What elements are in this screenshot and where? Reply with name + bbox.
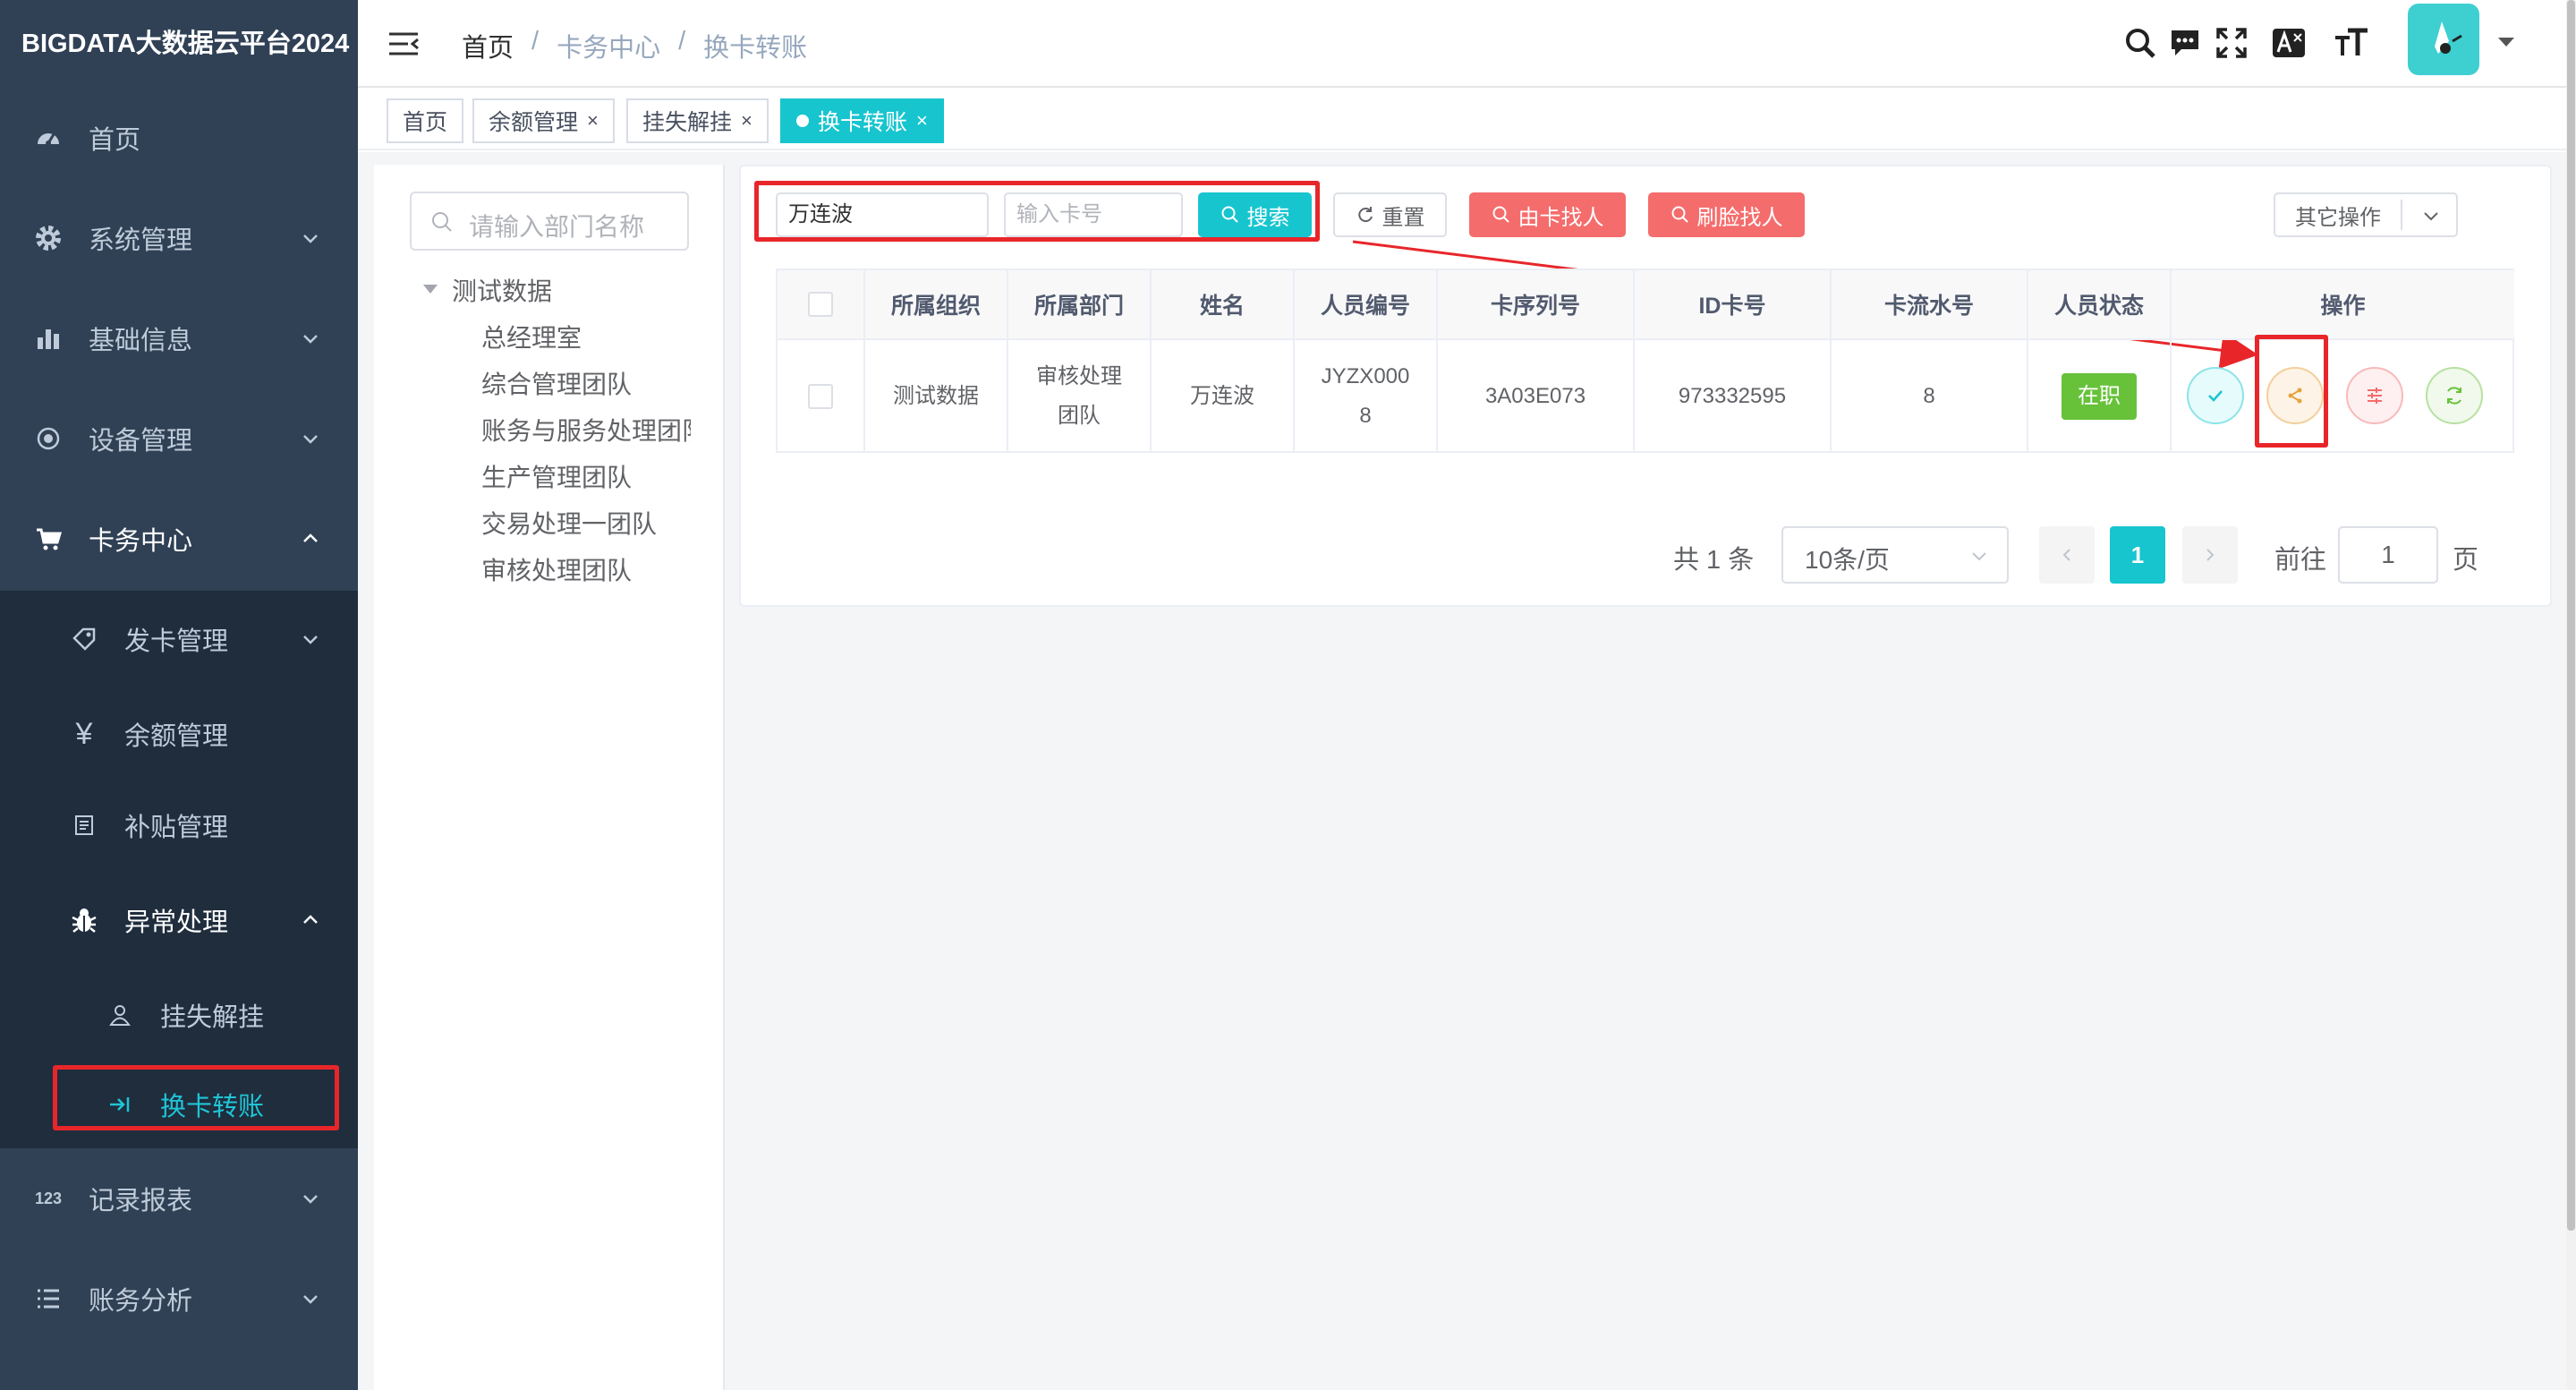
table-header: 所属部门	[1008, 270, 1152, 340]
chevron-right-icon	[2206, 549, 2215, 561]
confirm-action-button[interactable]	[2187, 367, 2244, 424]
table-header: 卡序列号	[1438, 270, 1635, 340]
annotation-arrow	[1352, 240, 2258, 370]
goto-label: 前往	[2274, 546, 2327, 575]
table-header: ID卡号	[1635, 270, 1832, 340]
cell-id-card: 973332595	[1635, 340, 1832, 453]
check-icon	[2208, 390, 2223, 402]
table-header: 人员编号	[1295, 270, 1438, 340]
refresh-icon	[2447, 387, 2461, 405]
cell-dept-line: 团队	[1058, 404, 1101, 428]
table-header: 操作	[2172, 270, 2514, 340]
pagination-total: 共 1 条	[1673, 546, 1755, 575]
status-badge: 在职	[2062, 373, 2137, 420]
page-suffix-label: 页	[2453, 546, 2479, 575]
settings-action-button[interactable]	[2346, 367, 2403, 424]
table-header: 所属组织	[865, 270, 1008, 340]
select-all-checkbox[interactable]	[808, 292, 833, 317]
table-header-checkbox-cell	[778, 270, 865, 340]
page-size-select[interactable]: 10条/页	[1781, 526, 2009, 584]
table-header: 卡流水号	[1832, 270, 2028, 340]
row-checkbox-cell	[778, 340, 865, 453]
cell-status: 在职	[2028, 340, 2172, 453]
cell-org: 测试数据	[865, 340, 1008, 453]
table-header: 人员状态	[2028, 270, 2172, 340]
scrollbar-thumb[interactable]	[2567, 0, 2575, 1231]
cell-emp-no: JYZX000 8	[1295, 340, 1438, 453]
cell-card-flow: 8	[1832, 340, 2028, 453]
prev-page-button[interactable]	[2039, 526, 2095, 584]
table-header: 姓名	[1152, 270, 1295, 340]
page-number-button[interactable]: 1	[2110, 526, 2165, 584]
goto-page-input[interactable]: 1	[2338, 526, 2438, 584]
row-checkbox[interactable]	[808, 384, 833, 409]
cell-dept: 审核处理 团队	[1008, 340, 1152, 453]
sliders-icon	[2368, 388, 2382, 404]
cell-card-serial: 3A03E073	[1438, 340, 1635, 453]
chevron-left-icon	[2062, 549, 2070, 561]
page-size-value: 10条/页	[1805, 546, 1890, 574]
cell-dept-line: 审核处理	[1036, 364, 1122, 388]
annotation-highlight-box	[2255, 335, 2328, 448]
sync-action-button[interactable]	[2426, 367, 2483, 424]
next-page-button[interactable]	[2182, 526, 2238, 584]
cell-emp-no-line: 8	[1359, 404, 1372, 428]
chevron-down-icon	[1972, 552, 1986, 561]
data-table: 所属组织 所属部门 姓名 人员编号 卡序列号 ID卡号 卡流水号 人员状态 操作…	[776, 269, 2514, 453]
cell-emp-no-line: JYZX000	[1321, 364, 1410, 388]
cell-name: 万连波	[1152, 340, 1295, 453]
